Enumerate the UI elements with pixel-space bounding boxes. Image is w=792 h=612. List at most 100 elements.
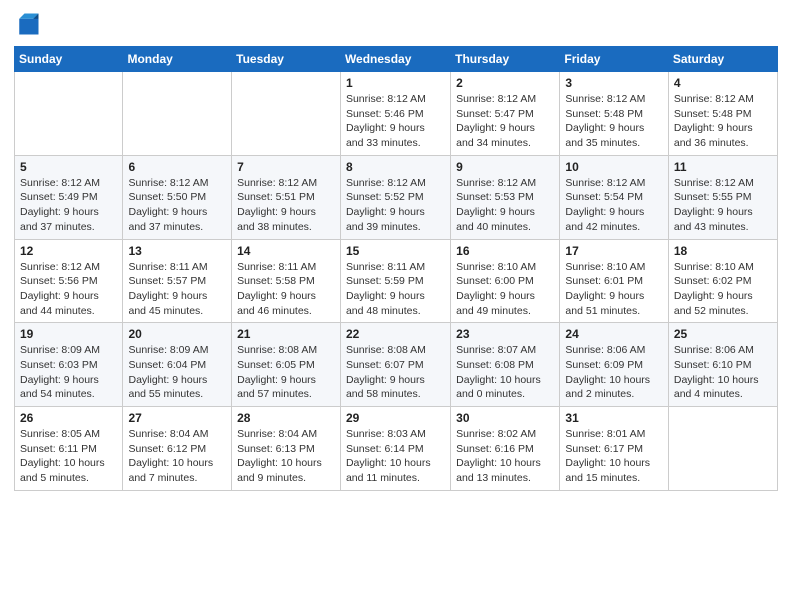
day-info: Sunrise: 8:01 AMSunset: 6:17 PMDaylight:… (565, 427, 662, 486)
calendar-cell: 12 Sunrise: 8:12 AMSunset: 5:56 PMDayligh… (15, 239, 123, 323)
calendar-cell: 4 Sunrise: 8:12 AMSunset: 5:48 PMDaylight… (668, 72, 777, 156)
calendar-cell: 18 Sunrise: 8:10 AMSunset: 6:02 PMDayligh… (668, 239, 777, 323)
day-number: 9 (456, 160, 554, 174)
week-row-1: 1 Sunrise: 8:12 AMSunset: 5:46 PMDaylight… (15, 72, 778, 156)
weekday-header-thursday: Thursday (451, 47, 560, 72)
calendar-cell: 5 Sunrise: 8:12 AMSunset: 5:49 PMDaylight… (15, 155, 123, 239)
day-info: Sunrise: 8:12 AMSunset: 5:48 PMDaylight:… (674, 92, 772, 151)
calendar-cell: 6 Sunrise: 8:12 AMSunset: 5:50 PMDaylight… (123, 155, 232, 239)
weekday-header-tuesday: Tuesday (232, 47, 341, 72)
calendar-cell: 7 Sunrise: 8:12 AMSunset: 5:51 PMDaylight… (232, 155, 341, 239)
day-info: Sunrise: 8:12 AMSunset: 5:53 PMDaylight:… (456, 176, 554, 235)
weekday-header-monday: Monday (123, 47, 232, 72)
calendar-cell (232, 72, 341, 156)
day-number: 19 (20, 327, 117, 341)
week-row-3: 12 Sunrise: 8:12 AMSunset: 5:56 PMDayligh… (15, 239, 778, 323)
calendar-cell: 31Sunrise: 8:01 AMSunset: 6:17 PMDayligh… (560, 407, 668, 491)
day-number: 21 (237, 327, 335, 341)
day-info: Sunrise: 8:06 AMSunset: 6:09 PMDaylight:… (565, 343, 662, 402)
day-number: 2 (456, 76, 554, 90)
day-info: Sunrise: 8:09 AMSunset: 6:04 PMDaylight:… (128, 343, 226, 402)
day-number: 15 (346, 244, 445, 258)
day-info: Sunrise: 8:11 AMSunset: 5:58 PMDaylight:… (237, 260, 335, 319)
calendar-cell: 23 Sunrise: 8:07 AMSunset: 6:08 PMDayligh… (451, 323, 560, 407)
day-info: Sunrise: 8:12 AMSunset: 5:54 PMDaylight:… (565, 176, 662, 235)
day-number: 23 (456, 327, 554, 341)
calendar-table: SundayMondayTuesdayWednesdayThursdayFrid… (14, 46, 778, 491)
calendar-cell: 16Sunrise: 8:10 AMSunset: 6:00 PMDayligh… (451, 239, 560, 323)
day-info: Sunrise: 8:12 AMSunset: 5:56 PMDaylight:… (20, 260, 117, 319)
day-info: Sunrise: 8:06 AMSunset: 6:10 PMDaylight:… (674, 343, 772, 402)
day-info: Sunrise: 8:12 AMSunset: 5:51 PMDaylight:… (237, 176, 335, 235)
calendar-cell: 8Sunrise: 8:12 AMSunset: 5:52 PMDaylight… (340, 155, 450, 239)
day-info: Sunrise: 8:10 AMSunset: 6:02 PMDaylight:… (674, 260, 772, 319)
calendar-cell: 30 Sunrise: 8:02 AMSunset: 6:16 PMDayligh… (451, 407, 560, 491)
day-number: 1 (346, 76, 445, 90)
day-number: 18 (674, 244, 772, 258)
calendar-cell: 22Sunrise: 8:08 AMSunset: 6:07 PMDayligh… (340, 323, 450, 407)
day-info: Sunrise: 8:03 AMSunset: 6:14 PMDaylight:… (346, 427, 445, 486)
week-row-5: 26 Sunrise: 8:05 AMSunset: 6:11 PMDayligh… (15, 407, 778, 491)
day-info: Sunrise: 8:05 AMSunset: 6:11 PMDaylight:… (20, 427, 117, 486)
day-info: Sunrise: 8:09 AMSunset: 6:03 PMDaylight:… (20, 343, 117, 402)
calendar-cell (668, 407, 777, 491)
day-number: 27 (128, 411, 226, 425)
day-number: 30 (456, 411, 554, 425)
day-number: 17 (565, 244, 662, 258)
day-number: 12 (20, 244, 117, 258)
calendar-cell: 14 Sunrise: 8:11 AMSunset: 5:58 PMDayligh… (232, 239, 341, 323)
day-number: 16 (456, 244, 554, 258)
day-number: 10 (565, 160, 662, 174)
calendar-cell: 13Sunrise: 8:11 AMSunset: 5:57 PMDayligh… (123, 239, 232, 323)
day-number: 8 (346, 160, 445, 174)
calendar-cell: 11 Sunrise: 8:12 AMSunset: 5:55 PMDayligh… (668, 155, 777, 239)
day-number: 14 (237, 244, 335, 258)
day-number: 3 (565, 76, 662, 90)
logo (14, 10, 46, 38)
calendar-cell: 17 Sunrise: 8:10 AMSunset: 6:01 PMDayligh… (560, 239, 668, 323)
calendar-cell: 24Sunrise: 8:06 AMSunset: 6:09 PMDayligh… (560, 323, 668, 407)
day-number: 7 (237, 160, 335, 174)
calendar-cell: 10 Sunrise: 8:12 AMSunset: 5:54 PMDayligh… (560, 155, 668, 239)
week-row-4: 19 Sunrise: 8:09 AMSunset: 6:03 PMDayligh… (15, 323, 778, 407)
calendar-cell: 25 Sunrise: 8:06 AMSunset: 6:10 PMDayligh… (668, 323, 777, 407)
day-info: Sunrise: 8:11 AMSunset: 5:57 PMDaylight:… (128, 260, 226, 319)
day-number: 29 (346, 411, 445, 425)
calendar-cell: 28 Sunrise: 8:04 AMSunset: 6:13 PMDayligh… (232, 407, 341, 491)
day-info: Sunrise: 8:11 AMSunset: 5:59 PMDaylight:… (346, 260, 445, 319)
day-number: 20 (128, 327, 226, 341)
day-info: Sunrise: 8:12 AMSunset: 5:46 PMDaylight:… (346, 92, 445, 151)
day-info: Sunrise: 8:04 AMSunset: 6:13 PMDaylight:… (237, 427, 335, 486)
calendar-cell: 27 Sunrise: 8:04 AMSunset: 6:12 PMDayligh… (123, 407, 232, 491)
calendar-cell: 1 Sunrise: 8:12 AMSunset: 5:46 PMDaylight… (340, 72, 450, 156)
calendar-cell (15, 72, 123, 156)
day-number: 22 (346, 327, 445, 341)
day-info: Sunrise: 8:07 AMSunset: 6:08 PMDaylight:… (456, 343, 554, 402)
header (14, 10, 778, 38)
day-number: 6 (128, 160, 226, 174)
page: SundayMondayTuesdayWednesdayThursdayFrid… (0, 0, 792, 612)
day-number: 4 (674, 76, 772, 90)
day-info: Sunrise: 8:12 AMSunset: 5:49 PMDaylight:… (20, 176, 117, 235)
weekday-header-saturday: Saturday (668, 47, 777, 72)
weekday-header-wednesday: Wednesday (340, 47, 450, 72)
calendar-cell (123, 72, 232, 156)
day-info: Sunrise: 8:10 AMSunset: 6:01 PMDaylight:… (565, 260, 662, 319)
day-info: Sunrise: 8:08 AMSunset: 6:05 PMDaylight:… (237, 343, 335, 402)
day-info: Sunrise: 8:02 AMSunset: 6:16 PMDaylight:… (456, 427, 554, 486)
calendar-cell: 15 Sunrise: 8:11 AMSunset: 5:59 PMDayligh… (340, 239, 450, 323)
day-info: Sunrise: 8:12 AMSunset: 5:55 PMDaylight:… (674, 176, 772, 235)
day-info: Sunrise: 8:12 AMSunset: 5:50 PMDaylight:… (128, 176, 226, 235)
weekday-header-sunday: Sunday (15, 47, 123, 72)
day-info: Sunrise: 8:12 AMSunset: 5:47 PMDaylight:… (456, 92, 554, 151)
calendar-cell: 26 Sunrise: 8:05 AMSunset: 6:11 PMDayligh… (15, 407, 123, 491)
day-number: 25 (674, 327, 772, 341)
weekday-header-row: SundayMondayTuesdayWednesdayThursdayFrid… (15, 47, 778, 72)
day-number: 5 (20, 160, 117, 174)
day-number: 26 (20, 411, 117, 425)
calendar-cell: 29 Sunrise: 8:03 AMSunset: 6:14 PMDayligh… (340, 407, 450, 491)
day-number: 11 (674, 160, 772, 174)
day-number: 28 (237, 411, 335, 425)
day-info: Sunrise: 8:04 AMSunset: 6:12 PMDaylight:… (128, 427, 226, 486)
calendar-cell: 9 Sunrise: 8:12 AMSunset: 5:53 PMDaylight… (451, 155, 560, 239)
